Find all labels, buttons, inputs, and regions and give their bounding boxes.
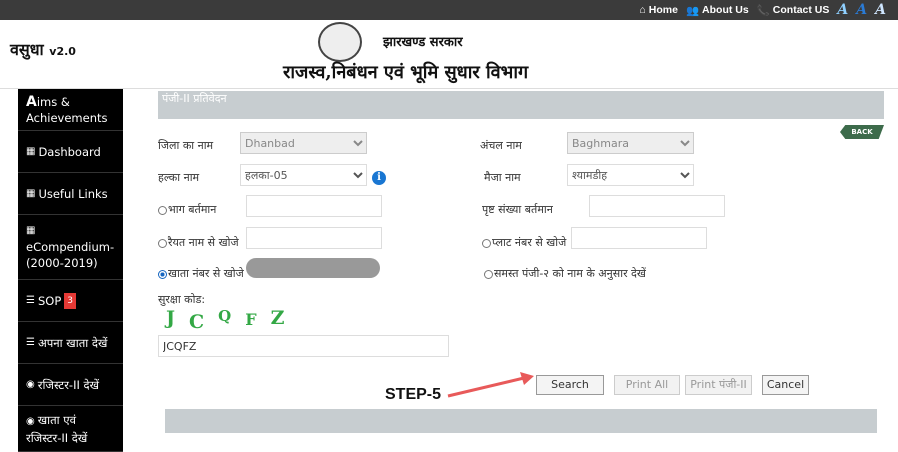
contact-link[interactable]: 📞 Contact US (757, 4, 830, 17)
gov-title: झारखण्ड सरकार (383, 35, 463, 50)
district-label: जिला का नाम (158, 139, 214, 152)
sidebar-item-label: ims & Achievements (26, 94, 108, 125)
sidebar: Aims & Achievements ▦ Dashboard ▦ Useful L… (18, 89, 123, 452)
about-link[interactable]: 👥 About Us (686, 4, 749, 17)
form-footer-bar (165, 409, 877, 433)
chart-icon: ▦ (26, 187, 36, 199)
print-all-button[interactable]: Print All (614, 375, 680, 395)
bhag-input[interactable] (246, 195, 382, 217)
radio-icon[interactable] (482, 238, 491, 248)
chart-icon: ▦ (26, 225, 36, 236)
font-normal-button[interactable]: A (856, 2, 867, 18)
radio-icon[interactable] (158, 205, 167, 215)
circle-select[interactable]: Baghmara (567, 132, 694, 154)
sop-badge: 3 (64, 292, 76, 309)
page-input[interactable] (589, 195, 725, 217)
sidebar-item-aims[interactable]: Aims & Achievements (18, 89, 123, 131)
font-decrease-button[interactable]: A (875, 2, 886, 18)
captcha-label: सुरक्षा कोड: (158, 293, 206, 306)
district-select[interactable]: Dhanbad (240, 132, 367, 154)
sidebar-item-label: Dashboard (38, 144, 101, 159)
radio-icon[interactable] (158, 238, 167, 248)
khata-input-masked[interactable] (246, 258, 380, 278)
raiyat-input[interactable] (246, 227, 382, 249)
radio-icon[interactable] (484, 269, 493, 279)
cancel-button[interactable]: Cancel (762, 375, 809, 395)
print-panji-button[interactable]: Print पंजी-II (685, 375, 752, 395)
bhag-option[interactable]: भाग बर्तमान (158, 202, 216, 217)
search-button[interactable]: Search (536, 375, 604, 395)
plot-input[interactable] (571, 227, 707, 249)
department-title: राजस्व,निबंधन एवं भूमि सुधार विभाग (283, 62, 529, 83)
khata-option[interactable]: खाता नंबर से खोजे (158, 266, 244, 281)
phone-icon: 📞 (756, 4, 770, 17)
eye-icon: ◉ (26, 378, 35, 390)
plot-option[interactable]: प्लाट नंबर से खोजे (482, 235, 566, 250)
all-option[interactable]: समस्त पंजी-२ को नाम के अनुसार देखें (484, 266, 646, 281)
home-icon: ⌂ (639, 4, 646, 16)
mauza-label: मैजा नाम (484, 171, 521, 184)
circle-label: अंचल नाम (480, 139, 522, 152)
halka-select[interactable]: हलका-05 (240, 164, 367, 186)
halka-label: हल्का नाम (158, 171, 200, 184)
info-icon[interactable]: i (372, 171, 386, 185)
sidebar-item-apna-khata[interactable]: ☰ अपना खाता देखें (18, 322, 123, 364)
sidebar-item-label: Useful Links (38, 186, 108, 201)
emblem-logo (318, 22, 362, 62)
sidebar-item-label: खाता एवं रजिस्टर-II देखें (26, 412, 88, 445)
sidebar-item-sop[interactable]: ☰ SOP 3 (18, 280, 123, 322)
step-annotation: STEP-5 (385, 386, 442, 403)
home-link[interactable]: ⌂ Home (639, 4, 678, 16)
top-nav: ⌂ Home 👥 About Us 📞 Contact US A A A (639, 0, 886, 20)
header: वसुधा v2.0 झारखण्ड सरकार राजस्व,निबंधन ए… (0, 20, 898, 89)
sidebar-item-register2[interactable]: ◉ रजिस्टर-II देखें (18, 364, 123, 406)
page-label: पृष्ट संख्या बर्तमान (482, 203, 553, 216)
raiyat-option[interactable]: रैयत नाम से खोजे (158, 235, 239, 250)
sidebar-item-label: SOP (37, 293, 62, 308)
top-bar: ⌂ Home 👥 About Us 📞 Contact US A A A (0, 0, 898, 20)
captcha-image: J C Q F Z (166, 307, 285, 333)
sidebar-item-useful-links[interactable]: ▦ Useful Links (18, 173, 123, 215)
sidebar-item-label: रजिस्टर-II देखें (37, 377, 100, 392)
sidebar-item-dashboard[interactable]: ▦ Dashboard (18, 131, 123, 173)
sidebar-item-khata-register2[interactable]: ◉ खाता एवं रजिस्टर-II देखें (18, 406, 123, 452)
form-title: पंजी-II प्रतिवेदन (158, 91, 884, 119)
sidebar-item-label: अपना खाता देखें (37, 335, 108, 350)
back-button[interactable]: BACK (840, 125, 884, 139)
brand-title: वसुधा v2.0 (10, 40, 76, 59)
users-icon: 👥 (685, 4, 700, 17)
radio-selected-icon[interactable] (158, 269, 167, 279)
chart-icon: ▦ (26, 145, 36, 157)
mauza-select[interactable]: श्यामडीह (567, 164, 694, 186)
eye-icon: ◉ (26, 415, 35, 427)
list-icon: ☰ (26, 294, 35, 306)
font-increase-button[interactable]: A (837, 2, 848, 18)
list-icon: ☰ (26, 336, 35, 348)
captcha-input[interactable] (158, 335, 449, 357)
sidebar-item-ecompendium[interactable]: ▦ eCompendium- (2000-2019) (18, 215, 123, 280)
sidebar-item-label: eCompendium- (2000-2019) (26, 240, 115, 270)
annotation-arrow-icon (447, 372, 534, 398)
